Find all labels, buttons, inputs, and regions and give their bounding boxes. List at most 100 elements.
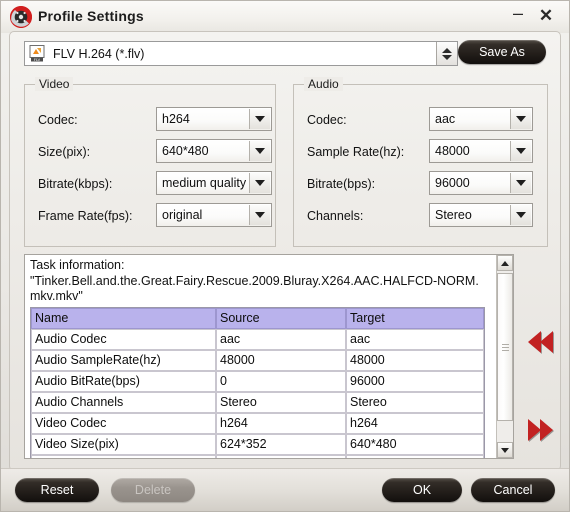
cell-source: Stereo <box>216 392 346 413</box>
chevron-down-icon[interactable] <box>510 205 531 225</box>
spinner-up-icon[interactable] <box>442 47 452 53</box>
app-disc-logo-icon <box>10 6 32 28</box>
column-header-name: Name <box>31 308 216 329</box>
cell-target: Stereo <box>346 392 484 413</box>
scroll-up-icon[interactable] <box>497 255 513 271</box>
table-row[interactable]: Audio Codec aac aac <box>31 329 484 350</box>
cell-source: 0 <box>216 371 346 392</box>
cell-name: Video BitRate(kbps) <box>31 455 216 458</box>
profile-settings-window: Profile Settings – ✕ FLV FLV H.264 (*.fl… <box>0 0 570 512</box>
task-information-label: Task information: <box>30 258 125 272</box>
table-row[interactable]: Audio BitRate(bps) 0 96000 <box>31 371 484 392</box>
table-header-row: Name Source Target <box>31 308 484 329</box>
task-information-table: Name Source Target Audio Codec aac aac A… <box>30 307 485 458</box>
video-group-title: Video <box>35 77 74 91</box>
audio-channels-value: Stereo <box>435 208 472 222</box>
audio-bitrate-label: Bitrate(bps): <box>307 177 376 191</box>
cell-name: Video Codec <box>31 413 216 434</box>
reset-button[interactable]: Reset <box>15 478 99 502</box>
table-row[interactable]: Audio Channels Stereo Stereo <box>31 392 484 413</box>
next-profile-button[interactable] <box>518 415 562 445</box>
audio-samplerate-combo[interactable]: 48000 <box>429 139 533 163</box>
video-bitrate-combo[interactable]: medium quality <box>156 171 272 195</box>
video-size-combo[interactable]: 640*480 <box>156 139 272 163</box>
audio-group-title: Audio <box>304 77 343 91</box>
audio-group: Audio Codec: aac Sample Rate(hz): 48000 … <box>293 77 548 247</box>
table-row[interactable]: Audio SampleRate(hz) 48000 48000 <box>31 350 484 371</box>
cell-target: 640*480 <box>346 434 484 455</box>
video-size-label: Size(pix): <box>38 145 91 159</box>
cell-source: 500 <box>216 455 346 458</box>
video-framerate-value: original <box>162 208 203 222</box>
task-information-panel: Task information: "Tinker.Bell.and.the.G… <box>24 254 514 459</box>
svg-text:FLV: FLV <box>34 58 41 62</box>
chevron-down-icon[interactable] <box>249 173 270 193</box>
ok-button[interactable]: OK <box>382 478 462 502</box>
cell-target: 2222 <box>346 455 484 458</box>
video-codec-label: Codec: <box>38 113 78 127</box>
cell-target: 96000 <box>346 371 484 392</box>
column-header-target: Target <box>346 308 484 329</box>
chevron-down-icon[interactable] <box>510 141 531 161</box>
task-information-scrollbar[interactable] <box>496 255 513 458</box>
cell-name: Audio BitRate(bps) <box>31 371 216 392</box>
flv-file-icon: FLV <box>29 45 45 62</box>
video-group: Video Codec: h264 Size(pix): 640*480 Bit… <box>24 77 276 247</box>
double-arrow-right-icon <box>527 419 553 441</box>
audio-codec-label: Codec: <box>307 113 347 127</box>
video-framerate-combo[interactable]: original <box>156 203 272 227</box>
table-row[interactable]: Video Size(pix) 624*352 640*480 <box>31 434 484 455</box>
audio-samplerate-label: Sample Rate(hz): <box>307 145 405 159</box>
audio-samplerate-value: 48000 <box>435 144 470 158</box>
chevron-down-icon[interactable] <box>510 109 531 129</box>
table-row[interactable]: Video BitRate(kbps) 500 2222 <box>31 455 484 458</box>
cell-target: 48000 <box>346 350 484 371</box>
cancel-button[interactable]: Cancel <box>471 478 555 502</box>
audio-bitrate-combo[interactable]: 96000 <box>429 171 533 195</box>
profile-spinner[interactable] <box>436 42 457 65</box>
close-button[interactable]: ✕ <box>537 7 555 25</box>
delete-button: Delete <box>111 478 195 502</box>
title-bar: Profile Settings – ✕ <box>1 1 569 33</box>
task-file-name: "Tinker.Bell.and.the.Great.Fairy.Rescue.… <box>30 274 479 303</box>
cell-source: 48000 <box>216 350 346 371</box>
table-row[interactable]: Video Codec h264 h264 <box>31 413 484 434</box>
chevron-down-icon[interactable] <box>249 109 270 129</box>
audio-codec-combo[interactable]: aac <box>429 107 533 131</box>
cell-name: Audio SampleRate(hz) <box>31 350 216 371</box>
video-size-value: 640*480 <box>162 144 209 158</box>
audio-channels-label: Channels: <box>307 209 364 223</box>
cell-source: aac <box>216 329 346 350</box>
previous-profile-button[interactable] <box>518 327 562 357</box>
settings-panel: FLV FLV H.264 (*.flv) Save As Video Code… <box>9 31 561 471</box>
cell-target: h264 <box>346 413 484 434</box>
video-bitrate-label: Bitrate(kbps): <box>38 177 113 191</box>
video-codec-value: h264 <box>162 112 190 126</box>
spinner-down-icon[interactable] <box>442 54 452 60</box>
chevron-down-icon[interactable] <box>510 173 531 193</box>
scroll-down-icon[interactable] <box>497 442 513 458</box>
table-body: Audio Codec aac aac Audio SampleRate(hz)… <box>31 329 484 458</box>
audio-bitrate-value: 96000 <box>435 176 470 190</box>
minimize-button[interactable]: – <box>509 4 527 25</box>
cell-name: Audio Channels <box>31 392 216 413</box>
chevron-down-icon[interactable] <box>249 141 270 161</box>
column-header-source: Source <box>216 308 346 329</box>
video-framerate-label: Frame Rate(fps): <box>38 209 133 223</box>
grip-icon <box>501 342 509 353</box>
chevron-down-icon[interactable] <box>249 205 270 225</box>
audio-codec-value: aac <box>435 112 456 126</box>
dialog-footer: Reset Delete OK Cancel <box>1 468 569 511</box>
cell-name: Video Size(pix) <box>31 434 216 455</box>
save-as-button[interactable]: Save As <box>458 40 546 64</box>
audio-channels-combo[interactable]: Stereo <box>429 203 533 227</box>
video-codec-combo[interactable]: h264 <box>156 107 272 131</box>
cell-source: h264 <box>216 413 346 434</box>
cell-target: aac <box>346 329 484 350</box>
cell-source: 624*352 <box>216 434 346 455</box>
scrollbar-thumb[interactable] <box>497 273 513 421</box>
cell-name: Audio Codec <box>31 329 216 350</box>
profile-format-field[interactable]: FLV FLV H.264 (*.flv) <box>24 41 458 66</box>
video-bitrate-value: medium quality <box>162 176 247 190</box>
double-arrow-left-icon <box>527 331 553 353</box>
